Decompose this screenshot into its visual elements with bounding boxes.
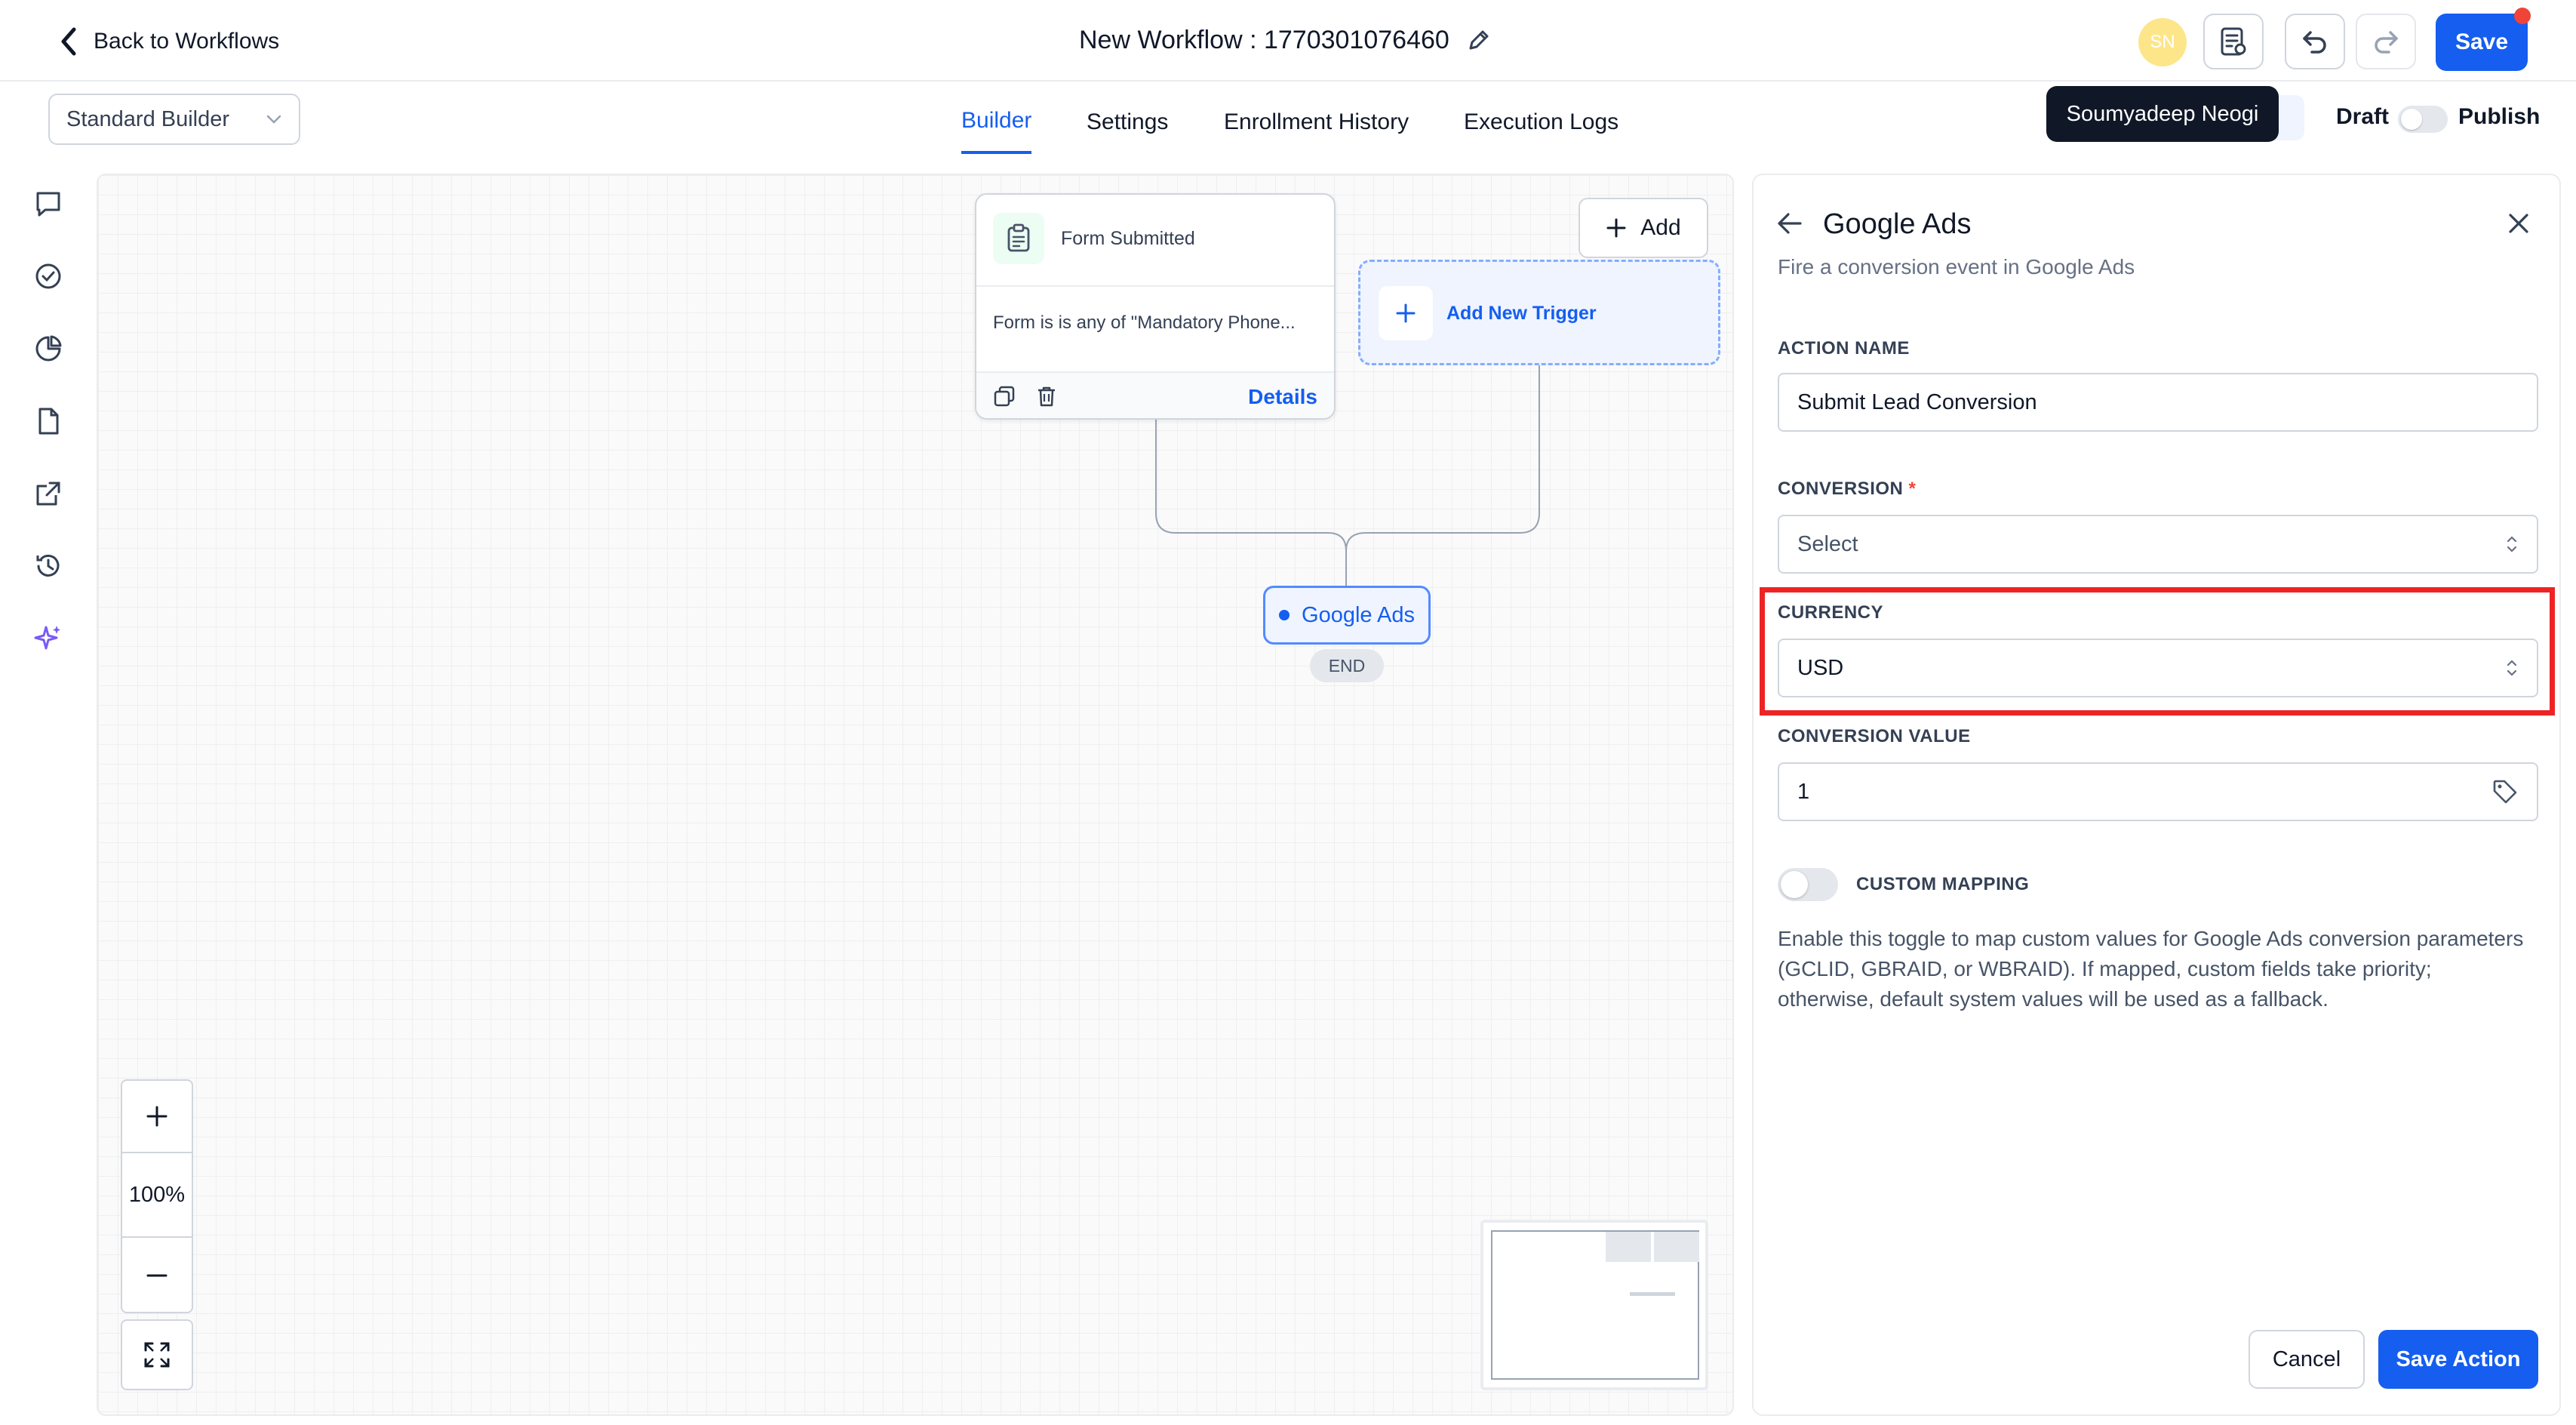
end-marker: END — [1310, 649, 1384, 682]
minimap-node — [1654, 1232, 1699, 1262]
tab-execution-logs[interactable]: Execution Logs — [1464, 91, 1618, 154]
action-name-input[interactable]: Submit Lead Conversion — [1778, 373, 2538, 432]
plus-icon — [146, 1106, 168, 1127]
back-label: Back to Workflows — [94, 29, 280, 54]
conversion-value-label: CONVERSION VALUE — [1778, 726, 1971, 746]
workflow-title: New Workflow : 1770301076460 — [1079, 25, 1449, 54]
builder-type-select[interactable]: Standard Builder — [48, 94, 300, 145]
chevron-left-icon — [61, 27, 76, 56]
zoom-level: 100% — [122, 1153, 192, 1238]
arrow-left-icon[interactable] — [1776, 210, 1803, 241]
google-ads-action-node[interactable]: Google Ads — [1263, 586, 1431, 645]
trigger-card-form-submitted[interactable]: Form Submitted Form is is any of "Mandat… — [975, 193, 1336, 420]
notes-icon — [2221, 27, 2246, 56]
left-rail — [0, 155, 98, 1425]
conversion-select-value: Select — [1797, 531, 1858, 556]
tab-enrollment-history[interactable]: Enrollment History — [1224, 91, 1409, 154]
user-tooltip: Soumyadeep Neogi — [2046, 86, 2279, 142]
redo-button[interactable] — [2356, 14, 2416, 69]
zoom-controls: 100% — [121, 1079, 193, 1313]
panel-title: Google Ads — [1823, 208, 1972, 240]
custom-mapping-label: CUSTOM MAPPING — [1856, 874, 2030, 894]
minimap[interactable] — [1480, 1220, 1708, 1390]
history-icon[interactable] — [30, 548, 66, 584]
action-node-label: Google Ads — [1302, 602, 1415, 627]
plus-icon — [1379, 286, 1433, 340]
chevron-down-icon — [266, 115, 281, 124]
trigger-card-footer: Details — [976, 371, 1334, 418]
action-name-value: Submit Lead Conversion — [1797, 389, 2037, 414]
add-button[interactable]: Add — [1578, 198, 1708, 258]
external-link-icon[interactable] — [30, 476, 66, 512]
custom-mapping-help-text: Enable this toggle to map custom values … — [1778, 927, 2524, 1011]
plus-icon — [1606, 218, 1626, 238]
conversion-select[interactable]: Select — [1778, 515, 2538, 574]
action-name-label: ACTION NAME — [1778, 338, 1910, 359]
action-config-panel: Google Ads Fire a conversion event in Go… — [1752, 174, 2561, 1416]
avatar[interactable]: SN — [2138, 18, 2187, 66]
conversion-label: CONVERSION — [1778, 479, 1904, 499]
tag-icon[interactable] — [2491, 778, 2519, 805]
undo-button[interactable] — [2285, 14, 2345, 69]
back-to-workflows-link[interactable]: Back to Workflows — [57, 23, 279, 60]
tab-builder[interactable]: Builder — [961, 91, 1032, 154]
panel-subtitle: Fire a conversion event in Google Ads — [1778, 255, 2135, 279]
check-circle-icon[interactable] — [30, 258, 66, 294]
copy-icon[interactable] — [993, 385, 1016, 411]
minus-icon — [146, 1274, 168, 1277]
toggle-knob — [2401, 109, 2422, 130]
currency-highlight-box — [1760, 587, 2555, 716]
notification-dot — [2514, 8, 2531, 24]
expand-icon — [144, 1342, 170, 1368]
fit-view-button[interactable] — [121, 1319, 193, 1390]
add-label: Add — [1640, 215, 1681, 240]
save-action-button[interactable]: Save Action — [2378, 1330, 2538, 1389]
trigger-title: Form Submitted — [1061, 228, 1195, 249]
tab-settings[interactable]: Settings — [1087, 91, 1168, 154]
zoom-in-button[interactable] — [122, 1081, 192, 1153]
workflow-title-group: New Workflow : 1770301076460 — [1079, 21, 1492, 59]
minimap-viewport — [1491, 1230, 1699, 1380]
minimap-node — [1606, 1232, 1651, 1262]
add-new-trigger-card[interactable]: Add New Trigger — [1358, 260, 1720, 365]
add-new-trigger-label: Add New Trigger — [1446, 303, 1597, 324]
trash-icon[interactable] — [1035, 385, 1058, 411]
avatar-initials: SN — [2150, 32, 2175, 52]
sparkle-icon[interactable] — [30, 620, 66, 657]
chevron-up-down-icon — [2507, 536, 2517, 552]
pie-chart-icon[interactable] — [30, 331, 66, 367]
close-icon[interactable] — [2507, 211, 2531, 239]
redo-icon — [2375, 31, 2398, 54]
builder-type-value: Standard Builder — [66, 106, 230, 131]
draft-label: Draft — [2336, 104, 2390, 129]
publish-label: Publish — [2458, 104, 2541, 129]
required-asterisk: * — [1908, 479, 1917, 499]
conversion-value-value: 1 — [1797, 779, 1810, 804]
trigger-description: Form is is any of "Mandatory Phone... — [993, 312, 1296, 333]
chat-icon[interactable] — [30, 186, 66, 222]
cancel-button[interactable]: Cancel — [2249, 1330, 2365, 1389]
details-link[interactable]: Details — [1248, 385, 1317, 409]
custom-mapping-toggle[interactable] — [1778, 868, 1838, 901]
document-icon[interactable] — [30, 403, 66, 439]
undo-icon — [2303, 31, 2326, 54]
clipboard-icon — [993, 213, 1044, 264]
conversion-value-input[interactable]: 1 — [1778, 762, 2538, 821]
save-button[interactable]: Save — [2436, 14, 2528, 71]
conversion-label-group: CONVERSION * — [1778, 479, 1916, 500]
notes-button[interactable] — [2203, 14, 2264, 69]
status-dot — [1279, 610, 1290, 620]
publish-toggle[interactable] — [2398, 106, 2448, 133]
toggle-knob — [1781, 871, 1808, 898]
zoom-out-button[interactable] — [122, 1238, 192, 1313]
minimap-node — [1630, 1292, 1675, 1296]
pencil-edit-icon[interactable] — [1466, 27, 1492, 53]
trigger-card-header: Form Submitted — [976, 195, 1334, 287]
